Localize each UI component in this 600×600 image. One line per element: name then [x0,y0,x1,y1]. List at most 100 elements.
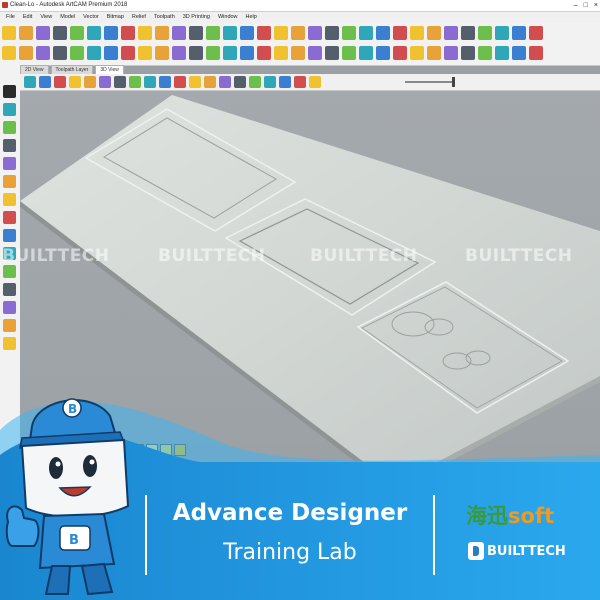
texture-icon[interactable] [461,26,475,40]
dropper-icon[interactable] [3,301,16,314]
fade-relief-icon[interactable] [495,46,509,60]
tilt-icon[interactable] [478,46,492,60]
relief-icon[interactable] [359,26,373,40]
menu-model[interactable]: Model [60,12,75,23]
paint-bucket-icon[interactable] [3,175,16,188]
colour-swatch[interactable] [174,444,186,456]
add-icon[interactable] [257,46,271,60]
menu-file[interactable]: File [6,12,15,23]
offset-icon[interactable] [291,26,305,40]
axis-icon[interactable] [129,76,141,88]
front-view-icon[interactable] [54,76,66,88]
transform-icon[interactable] [3,121,16,134]
mirror-icon[interactable] [359,46,373,60]
brush-icon[interactable] [3,319,16,332]
print-icon[interactable] [138,26,152,40]
pointer-icon[interactable] [3,85,16,98]
grid-icon[interactable] [172,26,186,40]
node-icon[interactable] [240,26,254,40]
pen-icon[interactable] [3,337,16,350]
zoom-fit-icon[interactable] [84,76,96,88]
scale-icon[interactable] [342,46,356,60]
stamp-icon[interactable] [206,46,220,60]
measure-icon[interactable] [206,26,220,40]
wireframe-icon[interactable] [189,76,201,88]
node-edit-icon[interactable] [3,103,16,116]
show-vectors-icon[interactable] [309,76,321,88]
light-icon[interactable] [99,76,111,88]
cut-icon[interactable] [53,26,67,40]
merge-high-icon[interactable] [291,46,305,60]
plane-icon[interactable] [104,46,118,60]
color-icon[interactable] [264,76,276,88]
redo-icon[interactable] [121,26,135,40]
paint-icon[interactable] [279,76,291,88]
close-button[interactable]: × [594,0,598,11]
rotate-icon[interactable] [36,46,50,60]
merge-low-icon[interactable] [308,46,322,60]
cube-icon[interactable] [87,46,101,60]
warp-icon[interactable] [155,46,169,60]
new-file-icon[interactable] [2,26,16,40]
export-icon[interactable] [512,26,526,40]
sweep-icon[interactable] [427,26,441,40]
simulate-icon[interactable] [495,26,509,40]
split-icon[interactable] [393,46,407,60]
arc-icon[interactable] [3,265,16,278]
side-view-icon[interactable] [69,76,81,88]
hide-icon[interactable] [249,76,261,88]
menu-edit[interactable]: Edit [23,12,32,23]
menu-relief[interactable]: Relief [132,12,146,23]
origin-icon[interactable] [144,76,156,88]
box-icon[interactable] [70,46,84,60]
shape-icon[interactable] [376,26,390,40]
copy-icon[interactable] [70,26,84,40]
pan-icon[interactable] [19,46,33,60]
gradient-icon[interactable] [219,76,231,88]
lighting-slider-track[interactable] [405,81,455,83]
spin-icon[interactable] [410,26,424,40]
calc-icon[interactable] [529,46,543,60]
circle-icon[interactable] [3,229,16,242]
menu-3d-printing[interactable]: 3D Printing [183,12,210,23]
extrude-icon[interactable] [393,26,407,40]
select-icon[interactable] [53,46,67,60]
rectangle-icon[interactable] [3,211,16,224]
wizard-icon[interactable] [240,46,254,60]
zero-icon[interactable] [325,46,339,60]
iso-view-icon[interactable] [24,76,36,88]
flatten-icon[interactable] [461,46,475,60]
menu-help[interactable]: Help [246,12,257,23]
split-view-icon[interactable] [294,76,306,88]
slice-icon[interactable] [444,46,458,60]
lamp-icon[interactable] [121,46,135,60]
lighting-slider-thumb[interactable] [452,77,455,87]
weave-icon[interactable] [444,26,458,40]
layers-icon[interactable] [155,26,169,40]
texture-relief-icon[interactable] [410,46,424,60]
subtract-icon[interactable] [274,46,288,60]
save-icon[interactable] [36,26,50,40]
cluster-icon[interactable] [427,46,441,60]
shaded-icon[interactable] [174,76,186,88]
menu-vector[interactable]: Vector [83,12,99,23]
toolpath-icon[interactable] [478,26,492,40]
settings-icon[interactable] [529,26,543,40]
snap-icon[interactable] [189,26,203,40]
menu-toolpath[interactable]: Toolpath [154,12,175,23]
smooth-shade-icon[interactable] [204,76,216,88]
undo-icon[interactable] [104,26,118,40]
invert-icon[interactable] [376,46,390,60]
vector-icon[interactable] [223,26,237,40]
top-view-icon[interactable] [39,76,51,88]
menu-bitmap[interactable]: Bitmap [107,12,124,23]
tab-toolpath-layer[interactable]: Toolpath Layer [50,65,94,74]
lock-icon[interactable] [138,46,152,60]
open-icon[interactable] [19,26,33,40]
menu-view[interactable]: View [40,12,52,23]
trim-icon[interactable] [274,26,288,40]
maximize-button[interactable]: □ [584,0,588,11]
text-tool-icon[interactable] [3,283,16,296]
colour-swatch[interactable] [160,444,172,456]
smooth-icon[interactable] [172,46,186,60]
